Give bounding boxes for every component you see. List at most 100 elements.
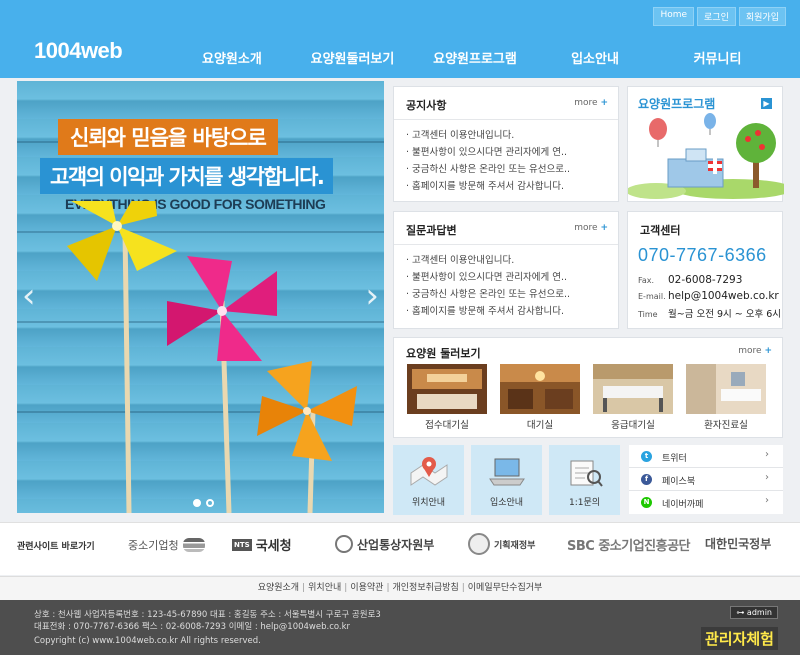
sns-links: t 트위터 › f 페이스북 › N 네이버까페 › [629, 445, 783, 515]
banner-next-button[interactable]: › [365, 276, 379, 316]
tour-more-link[interactable]: more + [738, 346, 772, 356]
fax-row: Fax. 02-6008-7293 [638, 274, 743, 286]
related-site-sbc[interactable]: SBC 중소기업진흥공단 [567, 535, 691, 554]
customer-center-title: 고객센터 [640, 224, 681, 237]
program-panel[interactable]: 요양원프로그램 ▶ [627, 86, 784, 202]
chevron-right-icon: › [765, 449, 769, 460]
footer-link-privacy[interactable]: 개인정보취급방침 [392, 583, 458, 593]
arrow-right-icon[interactable]: ▶ [761, 98, 772, 109]
banner-dot-2[interactable] [206, 499, 214, 507]
mosf-emblem-icon [468, 533, 490, 555]
tour-title: 요양원 둘러보기 [406, 347, 481, 360]
smba-logo-icon [182, 538, 205, 552]
related-site-korea[interactable]: 대한민국정부 [705, 535, 771, 552]
copyright: Copyright (c) www.1004web.co.kr All righ… [34, 636, 261, 646]
map-pin-icon [410, 457, 447, 486]
notice-more-link[interactable]: more + [574, 98, 608, 108]
list-item[interactable]: · 불편사항이 있으시다면 관리자에게 연.. [406, 269, 570, 286]
list-item[interactable]: · 고객센터 이용안내입니다. [406, 252, 570, 269]
chevron-right-icon: › [765, 472, 769, 483]
admin-login-button[interactable]: ⊶ admin [730, 606, 778, 619]
clinic-room-photo [686, 364, 766, 414]
footer-links: 요양원소개 | 위치안내 | 이용약관 | 개인정보취급방침 | 이메일무단수집거부 [0, 576, 800, 600]
notice-title: 공지사항 [406, 99, 447, 112]
motie-emblem-icon [335, 535, 353, 553]
qna-more-link[interactable]: more + [574, 223, 608, 233]
list-item[interactable]: · 궁금하신 사항은 온라인 또는 유선으로.. [406, 286, 570, 303]
related-site-motie[interactable]: 산업통상자원부 [335, 535, 434, 553]
gallery-item-reception[interactable]: 접수대기실 [407, 364, 487, 431]
login-link[interactable]: 로그인 [697, 7, 736, 26]
chevron-right-icon: › [765, 495, 769, 506]
banner-caption-trust: 신뢰와 믿음을 바탕으로 [58, 119, 278, 155]
time-row: Time 월~금 오전 9시 ~ 오후 6시 [638, 309, 782, 320]
quick-location[interactable]: 위치안내 [393, 445, 464, 515]
footer-link-about[interactable]: 요양원소개 [258, 583, 299, 593]
signup-link[interactable]: 회원가입 [738, 7, 786, 26]
related-title: 관련사이트 바로가기 [17, 542, 95, 552]
home-link[interactable]: Home [653, 7, 695, 26]
gallery-item-waiting[interactable]: 대기실 [500, 364, 580, 431]
nav-item-program[interactable]: 요양원프로그램 [415, 48, 535, 67]
nav-item-about[interactable]: 요양원소개 [180, 48, 290, 67]
reception-photo [407, 364, 487, 414]
list-item[interactable]: · 불편사항이 있으시다면 관리자에게 연.. [406, 144, 570, 161]
nts-logo-icon: NTS [232, 538, 252, 551]
main-nav: 요양원소개 요양원둘러보기 요양원프로그램 입소안내 커뮤니티 [180, 48, 780, 67]
site-logo[interactable]: 1004web [34, 38, 123, 64]
top-links: Home 로그인 회원가입 [653, 7, 786, 26]
tour-gallery: 접수대기실 대기실 응급대기실 환자진료실 [407, 364, 766, 431]
nav-item-admission[interactable]: 입소안내 [535, 48, 655, 67]
related-site-smba[interactable]: 중소기업청 [128, 537, 205, 553]
banner-prev-button[interactable]: ‹ [22, 276, 36, 316]
naver-icon: N [641, 497, 652, 508]
notice-list: · 고객센터 이용안내입니다. · 불편사항이 있으시다면 관리자에게 연.. … [406, 127, 570, 195]
notice-panel: 공지사항 more + · 고객센터 이용안내입니다. · 불편사항이 있으시다… [393, 86, 619, 202]
admin-experience-button[interactable]: 관리자체험 [700, 627, 778, 650]
key-icon: ⊶ [736, 608, 745, 617]
list-item[interactable]: · 홈페이지를 방문해 주셔서 감사합니다. [406, 178, 570, 195]
sns-twitter[interactable]: t 트위터 › [629, 445, 783, 468]
nav-item-tour[interactable]: 요양원둘러보기 [290, 48, 415, 67]
banner-caption-value: 고객의 이익과 가치를 생각합니다. [40, 158, 334, 194]
list-item[interactable]: · 궁금하신 사항은 온라인 또는 유선으로.. [406, 161, 570, 178]
quick-admission[interactable]: 입소안내 [471, 445, 542, 515]
list-item[interactable]: · 고객센터 이용안내입니다. [406, 127, 570, 144]
main-banner: 신뢰와 믿음을 바탕으로 고객의 이익과 가치를 생각합니다. EVERYTHI… [17, 81, 384, 513]
customer-center-phone: 070-7767-6366 [638, 245, 767, 265]
qna-panel: 질문과답변 more + · 고객센터 이용안내입니다. · 불편사항이 있으시… [393, 211, 619, 329]
list-item[interactable]: · 홈페이지를 방문해 주셔서 감사합니다. [406, 303, 570, 320]
customer-center-panel: 고객센터 070-7767-6366 Fax. 02-6008-7293 E-ma… [627, 211, 783, 329]
logo-text: 1004web [34, 38, 123, 63]
program-illustration [628, 113, 784, 199]
related-site-nts[interactable]: NTS 국세청 [232, 535, 292, 554]
qna-title: 질문과답변 [406, 224, 457, 237]
tour-panel: 요양원 둘러보기 more + 접수대기실 대기실 응급대기실 환자진료실 [393, 337, 783, 438]
related-sites: 관련사이트 바로가기 중소기업청 NTS 국세청 산업통상자원부 기획재정부 S… [0, 522, 800, 575]
contact-info: 대표전화 : 070-7767-6366 팩스 : 02-6008-7293 이… [34, 622, 351, 632]
site-header: Home 로그인 회원가입 1004web 요양원소개 요양원둘러보기 요양원프… [0, 0, 800, 78]
qna-list: · 고객센터 이용안내입니다. · 불편사항이 있으시다면 관리자에게 연.. … [406, 252, 570, 320]
pinwheels-illustration [67, 201, 357, 513]
program-title: 요양원프로그램 [638, 97, 716, 111]
sns-naver[interactable]: N 네이버까페 › [629, 491, 783, 514]
email-row: E-mail. help@1004web.co.kr [638, 290, 779, 302]
waiting-room-photo [500, 364, 580, 414]
gallery-item-clinic[interactable]: 환자진료실 [686, 364, 766, 431]
emergency-room-photo [593, 364, 673, 414]
sns-facebook[interactable]: f 페이스북 › [629, 468, 783, 491]
laptop-icon [488, 458, 525, 486]
twitter-icon: t [641, 451, 652, 462]
banner-dot-1[interactable] [193, 499, 201, 507]
facebook-icon: f [641, 474, 652, 485]
quick-inquiry[interactable]: 1:1문의 [549, 445, 620, 515]
related-site-mosf[interactable]: 기획재정부 [468, 533, 535, 555]
company-info: 상호 : 천사웹 사업자등록번호 : 123-45-67890 대표 : 홍길동… [34, 610, 381, 620]
footer-link-terms[interactable]: 이용약관 [350, 583, 383, 593]
nav-item-community[interactable]: 커뮤니티 [655, 48, 780, 67]
footer-link-location[interactable]: 위치안내 [308, 583, 341, 593]
footer-link-email-policy[interactable]: 이메일무단수집거부 [468, 583, 543, 593]
document-icon [570, 460, 603, 487]
site-footer: 상호 : 천사웹 사업자등록번호 : 123-45-67890 대표 : 홍길동… [0, 600, 800, 655]
gallery-item-emergency[interactable]: 응급대기실 [593, 364, 673, 431]
